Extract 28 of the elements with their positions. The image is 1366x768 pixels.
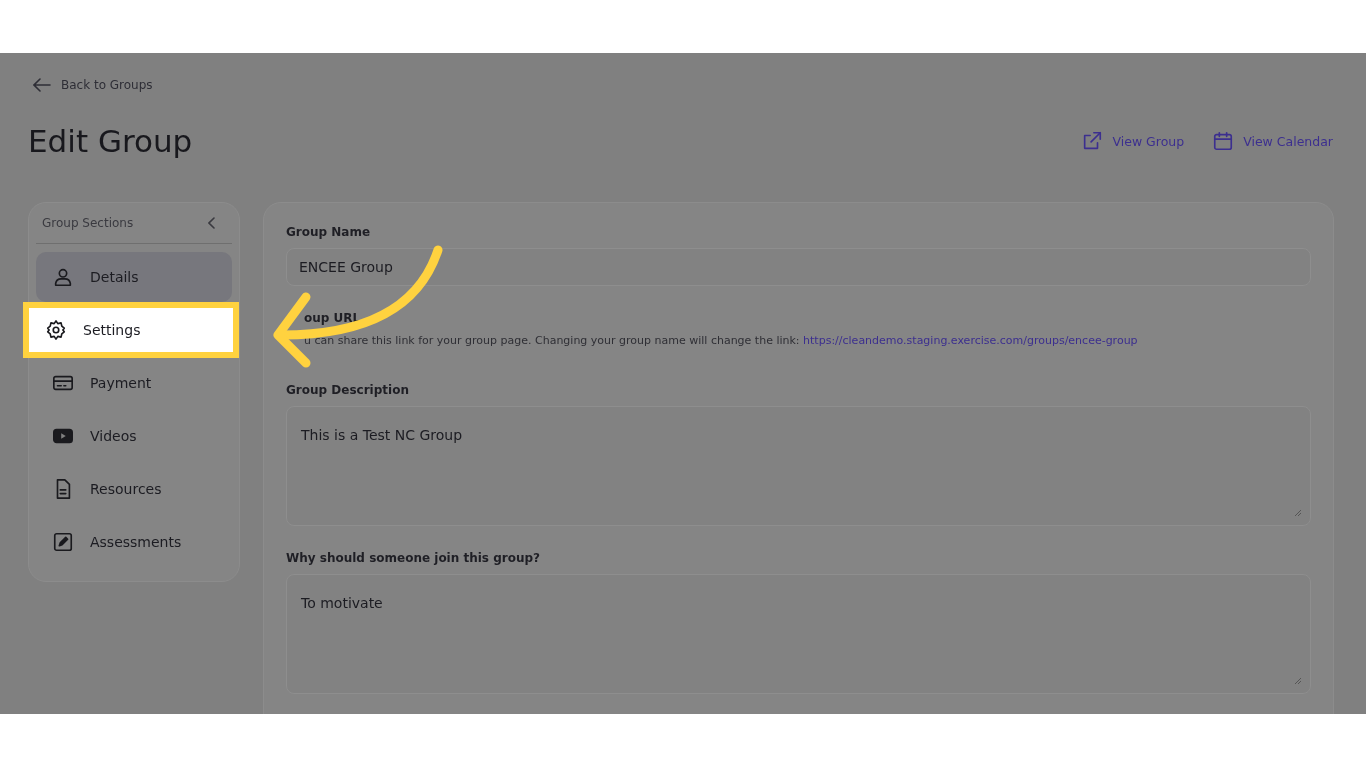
- resize-grip-icon[interactable]: [1294, 677, 1302, 685]
- sidebar-title: Group Sections: [42, 216, 134, 230]
- group-link[interactable]: https://cleandemo.staging.exercise.com/groups/encee-group: [803, 334, 1138, 347]
- sidebar-item[interactable]: Resources: [36, 464, 232, 514]
- sidebar-item[interactable]: Assessments: [36, 517, 232, 567]
- calendar-icon: [1212, 130, 1235, 152]
- external-link-icon: [1081, 130, 1104, 152]
- text-area[interactable]: To motivate: [286, 574, 1311, 694]
- back-arrow-icon[interactable]: [33, 78, 51, 92]
- sidebar-item[interactable]: Settings: [23, 302, 239, 358]
- field-label: Group Description: [286, 383, 409, 397]
- pen-icon: [52, 531, 74, 553]
- header-link[interactable]: View Group: [1112, 133, 1185, 149]
- header-link[interactable]: View Calendar: [1243, 133, 1333, 149]
- help-text: u can share this link for your group page. Changing your group name will change the link: https://cleandemo.staging.exercise.com/groups/encee-group: [303, 334, 1139, 347]
- person-icon: [52, 266, 74, 288]
- sidebar-item[interactable]: Videos: [36, 411, 232, 461]
- text-area[interactable]: This is a Test NC Group: [286, 406, 1311, 526]
- settings-icon: [45, 319, 67, 341]
- sidebar-item[interactable]: Details: [36, 252, 232, 302]
- resize-grip-icon[interactable]: [1294, 509, 1302, 517]
- sidebar-item[interactable]: Payment: [36, 358, 232, 408]
- field-label: Why should someone join this group?: [286, 551, 540, 565]
- page-title: Edit Group: [28, 123, 193, 159]
- back-link[interactable]: Back to Groups: [61, 78, 153, 92]
- input-field[interactable]: ENCEE Group: [286, 248, 1311, 286]
- field-label: Group Name: [286, 225, 371, 239]
- collapse-chevron-icon[interactable]: [208, 217, 216, 229]
